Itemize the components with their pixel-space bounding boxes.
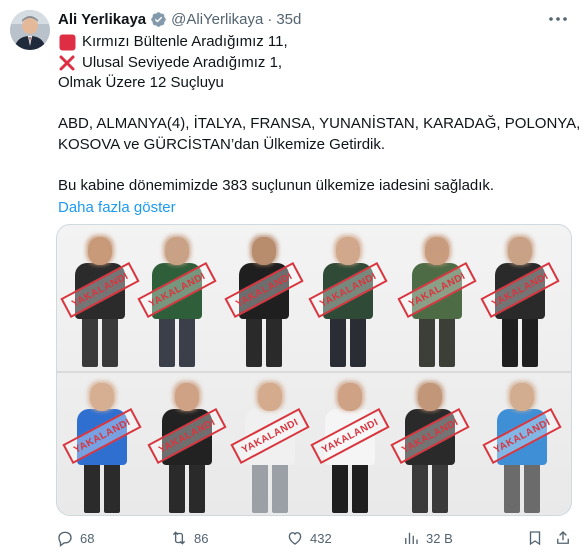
detainee-figure: YAKALANDI — [147, 375, 227, 515]
share-icon — [557, 531, 569, 544]
countries-line-1: ABD, ALMANYA(4), İTALYA, FRANSA, YUNANİS… — [58, 115, 581, 132]
countries-line-2: KOSOVA ve GÜRCİSTAN’dan Ülkemize Getirdi… — [58, 135, 386, 153]
detainee-figure: YAKALANDI — [137, 229, 217, 369]
text-line-2: Ulusal Seviyede Aradığımız 1, — [58, 53, 570, 74]
detainee-figure: YAKALANDI — [62, 375, 142, 515]
text-line-3: Olmak Üzere 12 Suçluyu — [58, 73, 570, 94]
text-line-3-label: Olmak Üzere 12 Suçluyu — [58, 74, 224, 91]
reply-count: 68 — [80, 530, 95, 546]
summary-paragraph: Bu kabine dönemimizde 383 suçlunun ülkem… — [58, 176, 570, 197]
detainee-figure: YAKALANDI — [224, 229, 304, 369]
tweet-time[interactable]: 35d — [276, 11, 301, 28]
views-count: 32 B — [426, 530, 453, 546]
detainee-figure: YAKALANDI — [390, 375, 470, 515]
author-handle[interactable]: @AliYerlikaya — [171, 11, 263, 28]
reply-icon — [58, 531, 72, 547]
detainee-figure: YAKALANDI — [480, 229, 560, 369]
views-chart-icon — [405, 532, 418, 544]
share-button[interactable] — [554, 529, 578, 547]
detainee-figure: YAKALANDI — [397, 229, 477, 369]
author-name[interactable]: Ali Yerlikaya — [58, 11, 146, 28]
avatar-photo — [10, 10, 50, 50]
tweet-photo[interactable]: YAKALANDI YAKALANDI YAKALANDI YAKALANDI YAKA… — [56, 224, 572, 516]
like-button[interactable]: 432 — [286, 529, 332, 547]
show-more-link[interactable]: Daha fazla göster — [58, 198, 570, 219]
red-square-emoji-icon — [58, 33, 76, 51]
text-line-1: Kırmızı Bültenle Aradığımız 11, — [58, 32, 570, 53]
tweet-header: Ali Yerlikaya @AliYerlikaya · 35d — [58, 8, 301, 30]
repost-icon — [172, 531, 186, 545]
bookmark-button[interactable] — [526, 529, 550, 547]
detainee-figure: YAKALANDI — [482, 375, 562, 515]
repost-count: 86 — [194, 530, 209, 546]
separator-dot: · — [267, 10, 273, 28]
reply-button[interactable]: 68 — [56, 529, 94, 547]
summary-line: Bu kabine dönemimizde 383 suçlunun ülkem… — [58, 176, 495, 194]
text-line-1-label: Kırmızı Bültenle Aradığımız 11, — [82, 33, 288, 50]
tweet-text: Kırmızı Bültenle Aradığımız 11, Ulusal S… — [58, 32, 581, 219]
detainee-figure: YAKALANDI — [60, 229, 140, 369]
cross-mark-emoji-icon — [58, 54, 76, 72]
views-button[interactable]: 32 B — [402, 529, 453, 547]
photo-divider — [57, 371, 571, 373]
avatar[interactable] — [10, 10, 50, 50]
repost-button[interactable]: 86 — [170, 529, 208, 547]
heart-icon — [288, 532, 302, 545]
action-bar: 68 86 432 32 B — [56, 528, 572, 548]
like-count: 432 — [310, 530, 332, 546]
verified-badge-icon — [150, 11, 167, 28]
detainee-figure: YAKALANDI — [310, 375, 390, 515]
countries-paragraph: ABD, ALMANYA(4), İTALYA, FRANSA, YUNANİS… — [58, 114, 581, 155]
more-dots-icon[interactable] — [548, 10, 568, 28]
detainee-figure: YAKALANDI — [308, 229, 388, 369]
bookmark-icon — [529, 531, 541, 546]
detainee-figure: YAKALANDI — [230, 375, 310, 515]
text-line-2-label: Ulusal Seviyede Aradığımız 1, — [82, 53, 283, 71]
